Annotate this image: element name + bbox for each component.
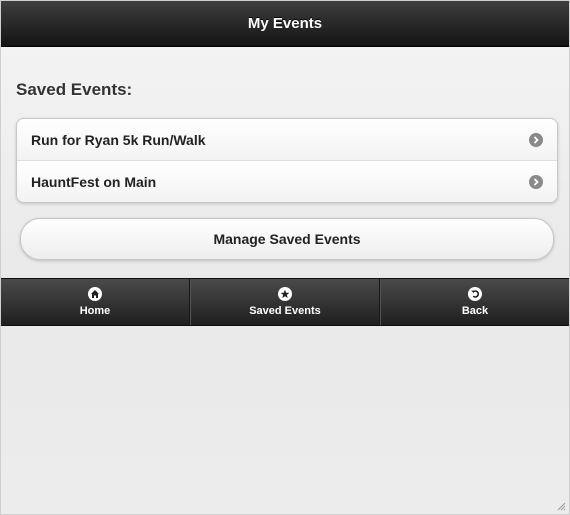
page-title: My Events (247, 15, 323, 32)
resize-grip-icon[interactable] (556, 501, 566, 511)
saved-events-list: Run for Ryan 5k Run/Walk HauntFest on Ma… (16, 118, 558, 203)
home-icon (88, 287, 102, 301)
header-bar: My Events (1, 1, 569, 47)
bottom-navbar: Home Saved Events Back (1, 278, 569, 326)
chevron-right-icon (529, 132, 543, 147)
nav-back-label: Back (461, 305, 489, 317)
nav-home-label: Home (79, 305, 111, 317)
list-item-label: HauntFest on Main (31, 173, 157, 190)
nav-home[interactable]: Home (1, 279, 190, 325)
nav-saved-events-label: Saved Events (249, 305, 321, 317)
list-item-event-2[interactable]: HauntFest on Main (17, 161, 557, 202)
back-icon (468, 287, 482, 301)
star-icon (278, 287, 292, 301)
list-item-event-1[interactable]: Run for Ryan 5k Run/Walk (17, 119, 557, 161)
list-item-label: Run for Ryan 5k Run/Walk (31, 131, 206, 148)
nav-saved-events[interactable]: Saved Events (190, 279, 380, 325)
manage-saved-events-button[interactable]: Manage Saved Events (20, 218, 554, 260)
saved-events-heading: Saved Events: (16, 80, 133, 99)
chevron-right-icon (529, 174, 543, 189)
nav-back[interactable]: Back (380, 279, 569, 325)
app-window: My Events Saved Events: Run for Ryan 5k … (0, 0, 570, 515)
